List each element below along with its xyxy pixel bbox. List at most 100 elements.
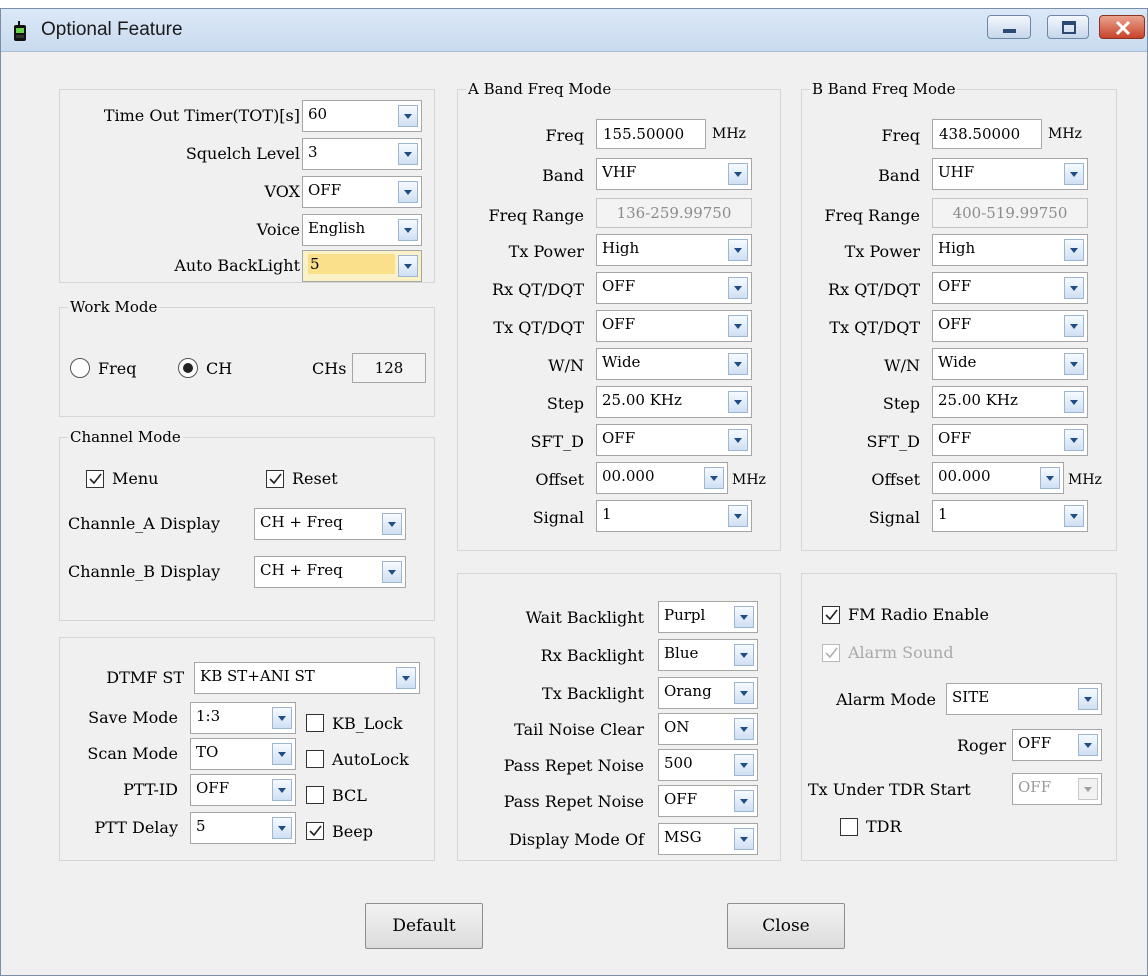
chs-field[interactable]: 128 <box>352 353 426 383</box>
band-b-group: B Band Freq Mode Freq 438.50000 MHz Band… <box>801 79 1117 551</box>
tdr-checkbox[interactable] <box>840 818 858 836</box>
band-b-offset-label: Offset <box>871 470 920 489</box>
fm-radio-label: FM Radio Enable <box>848 605 989 624</box>
general-settings-group: Time Out Timer(TOT)[s] 60 Squelch Level … <box>59 89 435 283</box>
band-b-txqt-select[interactable]: OFF <box>932 310 1088 342</box>
rx-backlight-select[interactable]: Blue <box>658 639 758 671</box>
alarm-mode-select[interactable]: SITE <box>946 683 1102 715</box>
chevron-down-icon <box>1064 277 1084 299</box>
tx-backlight-select[interactable]: Orang <box>658 677 758 709</box>
work-mode-group: Work Mode Freq CH CHs 128 <box>59 297 435 417</box>
band-b-rxqt-select[interactable]: OFF <box>932 272 1088 304</box>
band-a-sftd-label: SFT_D <box>530 432 584 451</box>
ptt-delay-select[interactable]: 5 <box>190 812 296 844</box>
autolock-label: AutoLock <box>332 750 409 769</box>
chs-label: CHs <box>312 359 347 378</box>
chevron-down-icon <box>1078 688 1098 710</box>
chevron-down-icon <box>734 790 754 812</box>
fm-radio-checkbox[interactable] <box>822 606 840 624</box>
band-b-txpower-select[interactable]: High <box>932 234 1088 266</box>
band-a-signal-select[interactable]: 1 <box>596 500 752 532</box>
channel-b-display-select[interactable]: CH + Freq <box>254 556 406 588</box>
dtmf-st-select[interactable]: KB ST+ANI ST <box>194 662 420 694</box>
channel-a-display-select[interactable]: CH + Freq <box>254 508 406 540</box>
band-b-sftd-select[interactable]: OFF <box>932 424 1088 456</box>
chevron-down-icon <box>382 561 402 583</box>
maximize-button[interactable] <box>1047 15 1089 39</box>
close-icon <box>1115 20 1131 36</box>
backlight-group: Wait Backlight Purpl Rx Backlight Blue T… <box>457 573 781 861</box>
ptt-id-select[interactable]: OFF <box>190 774 296 806</box>
band-a-wn-label: W/N <box>548 356 584 375</box>
autolock-checkbox[interactable] <box>306 750 324 768</box>
radio-selected-dot <box>183 363 193 373</box>
pass-repet-noise-label-1: Pass Repet Noise <box>503 756 644 775</box>
vox-select[interactable]: OFF <box>302 176 422 208</box>
menu-checkbox[interactable] <box>86 470 104 488</box>
chevron-down-icon <box>396 667 416 689</box>
band-b-range-field: 400-519.99750 <box>932 198 1088 228</box>
chevron-down-icon <box>398 255 418 277</box>
ch-radio-label: CH <box>206 359 233 378</box>
squelch-select[interactable]: 3 <box>302 138 422 170</box>
band-b-wn-select[interactable]: Wide <box>932 348 1088 380</box>
tdr-start-select: OFF <box>1012 773 1102 805</box>
alarm-mode-label: Alarm Mode <box>836 690 936 709</box>
channel-b-display-label: Channle_B Display <box>68 562 221 581</box>
band-b-offset-unit: MHz <box>1068 472 1102 488</box>
default-button[interactable]: Default <box>365 903 483 949</box>
band-a-title: A Band Freq Mode <box>466 79 614 99</box>
ch-radio[interactable] <box>178 358 198 378</box>
reset-checkbox[interactable] <box>266 470 284 488</box>
bcl-checkbox[interactable] <box>306 786 324 804</box>
ptt-id-label: PTT-ID <box>123 780 178 799</box>
voice-select[interactable]: English <box>302 214 422 246</box>
chevron-down-icon <box>1064 429 1084 451</box>
band-b-band-select[interactable]: UHF <box>932 158 1088 190</box>
band-a-txqt-select[interactable]: OFF <box>596 310 752 342</box>
channel-mode-group: Channel Mode Menu Reset Channle_A Displa… <box>59 427 435 621</box>
band-a-step-select[interactable]: 25.00 KHz <box>596 386 752 418</box>
pass-repet-noise-select-1[interactable]: 500 <box>658 749 758 781</box>
band-a-freq-unit: MHz <box>712 126 746 142</box>
beep-checkbox[interactable] <box>306 822 324 840</box>
tot-select[interactable]: 60 <box>302 100 422 132</box>
band-a-band-select[interactable]: VHF <box>596 158 752 190</box>
band-a-wn-select[interactable]: Wide <box>596 348 752 380</box>
display-mode-select[interactable]: MSG <box>658 823 758 855</box>
beep-label: Beep <box>332 822 373 841</box>
auto-backlight-select[interactable]: 5 <box>302 250 422 282</box>
kb-lock-checkbox[interactable] <box>306 714 324 732</box>
chevron-down-icon <box>728 429 748 451</box>
band-a-offset-select[interactable]: 00.000 <box>596 462 728 494</box>
band-b-signal-select[interactable]: 1 <box>932 500 1088 532</box>
save-mode-select[interactable]: 1:3 <box>190 702 296 734</box>
menu-label: Menu <box>112 469 159 488</box>
band-a-txpower-select[interactable]: High <box>596 234 752 266</box>
chevron-down-icon <box>1040 467 1060 489</box>
chevron-down-icon <box>704 467 724 489</box>
voice-label: Voice <box>256 220 300 239</box>
freq-radio[interactable] <box>70 358 90 378</box>
band-a-sftd-select[interactable]: OFF <box>596 424 752 456</box>
checkmark-icon <box>309 825 322 837</box>
wait-backlight-select[interactable]: Purpl <box>658 601 758 633</box>
band-a-freq-input[interactable]: 155.50000 <box>596 119 706 149</box>
tx-backlight-label: Tx Backlight <box>542 684 644 703</box>
band-a-range-field: 136-259.99750 <box>596 198 752 228</box>
dtmf-st-label: DTMF ST <box>106 668 184 687</box>
minimize-button[interactable] <box>987 15 1031 39</box>
tail-noise-select[interactable]: ON <box>658 713 758 745</box>
close-window-button[interactable] <box>1099 15 1145 39</box>
band-b-freq-input[interactable]: 438.50000 <box>932 119 1042 149</box>
pass-repet-noise-select-2[interactable]: OFF <box>658 785 758 817</box>
band-b-step-select[interactable]: 25.00 KHz <box>932 386 1088 418</box>
band-b-range-label: Freq Range <box>824 206 920 225</box>
channel-a-display-label: Channle_A Display <box>68 514 221 533</box>
scan-mode-select[interactable]: TO <box>190 738 296 770</box>
band-a-rxqt-select[interactable]: OFF <box>596 272 752 304</box>
roger-select[interactable]: OFF <box>1012 729 1102 761</box>
band-b-offset-select[interactable]: 00.000 <box>932 462 1064 494</box>
close-button[interactable]: Close <box>727 903 845 949</box>
band-a-group: A Band Freq Mode Freq 155.50000 MHz Band… <box>457 79 781 551</box>
